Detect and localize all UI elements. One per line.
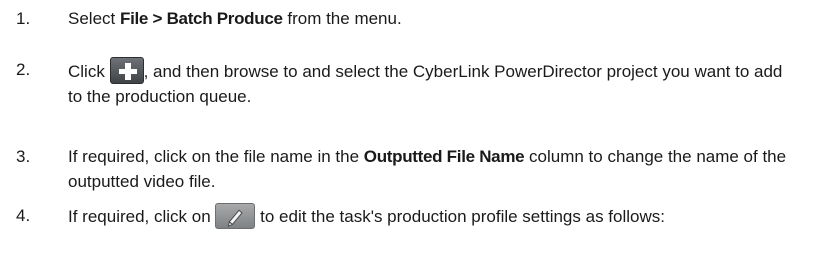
step-number: 1. [16,9,31,28]
text-run: from the menu. [282,9,402,28]
step-text: If required, click on to edit the task's… [68,203,798,229]
step-number: 3. [16,147,31,166]
edit-pencil-icon [215,203,256,229]
text-run: If required, click on [68,207,216,226]
step-number: 2. [16,60,31,79]
text-run: Select [68,9,120,28]
column-name: Outputted File Name [363,147,525,166]
text-run: Click [68,62,110,81]
step-text: Click , and then browse to and select th… [68,57,798,109]
text-run: to edit the task's production profile se… [255,207,665,226]
menu-separator: > [148,9,167,28]
step-text: If required, click on the file name in t… [68,144,798,194]
text-run: If required, click on the file name in t… [68,147,364,166]
menu-item-name: Batch Produce [166,9,283,28]
add-plus-icon [109,57,144,84]
menu-name: File [119,9,149,28]
step-text: Select File > Batch Produce from the men… [68,6,798,31]
text-run: , and then browse to and select the Cybe… [68,62,783,106]
step-number: 4. [16,206,31,225]
